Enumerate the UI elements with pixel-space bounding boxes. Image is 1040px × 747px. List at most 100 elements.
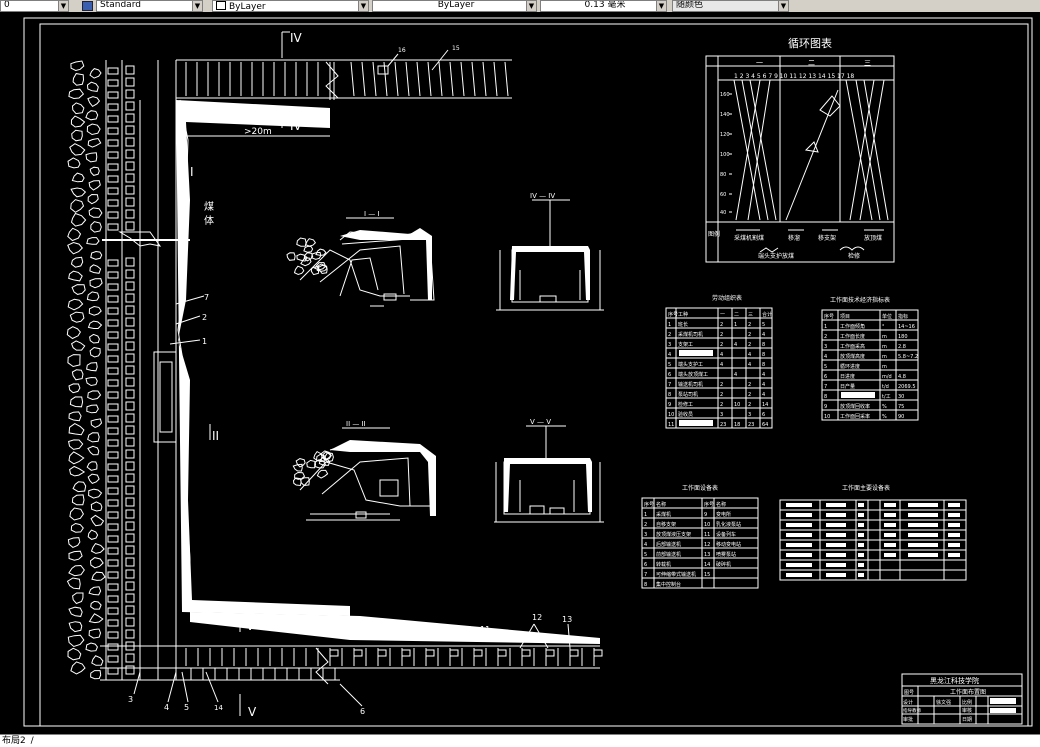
color-combo[interactable]: ByLayer ▼ [212,0,369,12]
device-cell-fill [884,503,896,507]
hatch-line [383,61,388,97]
status-bar: 布局2 / [0,734,1040,747]
equipment-box [569,649,579,657]
text-style-combo[interactable]: Standard ▼ [96,0,203,12]
equipment-box [353,649,363,657]
table-cell: 破碎机 [716,561,731,568]
date-label: 日期 [962,717,972,723]
table-cell: 1 [644,512,647,518]
table-cell: 9 [704,512,707,518]
school-name: 黑龙江科技学院 [930,676,979,685]
callout-7: 7 [204,293,209,302]
rock [71,369,84,381]
table-cell: 6 [644,562,647,568]
device-cell-fill [884,513,896,517]
chevron-down-icon[interactable]: ▼ [58,1,68,11]
table-cell: 3 [644,532,647,538]
hatch-line [438,61,443,97]
device-cell-fill [858,553,864,557]
callout-2: 2 [202,313,207,322]
device-cell-fill [884,533,896,537]
table-cell: 3 [668,342,671,348]
device-cell-fill [948,523,960,527]
support-square [125,269,135,279]
y-tick-label: 100 [720,152,730,158]
table-cell: 2 [748,402,751,408]
table-cell: 前部输送机 [656,551,681,558]
support-rect [107,463,119,471]
support-square [125,413,135,423]
table-cell: 自移支架 [656,521,676,528]
callout-3: 3 [128,695,133,704]
section-mark-V-top: V [246,619,255,633]
support-square [125,161,135,171]
phase-2: 二 [808,59,815,67]
rock [88,628,102,639]
hatch-line [471,61,476,97]
lineweight-combo[interactable]: 0.13 毫米 ▼ [540,0,667,12]
support-rect [107,547,119,555]
support-rect [107,259,119,267]
table-cell: ° [882,324,885,330]
device-cell-fill [948,503,960,507]
table-cell: 2 [668,332,671,338]
rock [87,445,100,456]
device-cell-fill [858,513,864,517]
layout-tab[interactable]: 布局2 [0,736,26,746]
drawing-canvas[interactable]: 16 15 IV IV >20m I 煤 体 II 7 2 1 V >20m V… [0,12,1040,734]
text-style-icon[interactable] [82,1,93,11]
plotstyle-combo[interactable]: 随颜色 ▼ [672,0,789,12]
table-cell: 4.8 [898,374,906,380]
support-square [125,89,135,99]
table-cell: t/工 [882,394,891,400]
section-IV-label: IV — IV [530,192,555,200]
rock [67,157,81,169]
table-cell: 放顶煤液压支架 [656,531,691,538]
chevron-down-icon[interactable]: ▼ [656,1,666,11]
cycle-chart-title: 循环图表 [788,36,832,50]
support-rect [107,403,119,411]
chevron-down-icon[interactable]: ▼ [192,1,202,11]
table-cell: 30 [898,394,904,400]
chevron-down-icon[interactable]: ▼ [358,1,368,11]
chevron-down-icon[interactable]: ▼ [778,1,788,11]
hatch-line [394,61,399,97]
layer-combo[interactable]: 0 ▼ [0,0,69,12]
table-cell: 6 [824,374,827,380]
table-cell: 2 [720,402,723,408]
support-rect [107,655,119,663]
chevron-down-icon[interactable]: ▼ [526,1,536,11]
table-cell: 11 [704,532,710,538]
table-cell: 2 [720,322,723,328]
table-cell: 14~16 [898,324,915,330]
table-header-cell: 合计 [762,311,772,318]
scale-label: 比例 [962,699,972,706]
callout-9: 9 [436,627,441,636]
device-cell-fill [908,513,938,517]
device-cell-fill [786,563,812,567]
rock [286,252,296,261]
rock [296,237,307,247]
table-cell: 工作面倾角 [840,323,865,330]
table-cell: 5 [824,364,827,370]
support-square [125,425,135,435]
support-rect [107,571,119,579]
labor-table: 序号 工种 一 二 三 合计 1 班长 2 1 2 5 2 采煤机司机 2 2 4 3 支架工 2 4 2 8 4 4 4 8 5 端头… [665,307,773,429]
support-rect [107,427,119,435]
rock [69,465,86,477]
rock [89,346,101,358]
linetype-combo[interactable]: ByLayer ▼ [372,0,537,12]
table-cell: 2 [644,522,647,528]
rock [71,494,85,506]
rock [85,152,98,163]
table-cell: 放顶煤高度 [840,353,865,360]
row-review: 审核 [962,707,972,714]
table-cell: 喷雾泵站 [716,551,736,558]
support-rect [107,151,119,159]
equip-table-title: 工作面设备表 [682,484,718,492]
rock [87,320,103,329]
table-cell: 4 [762,372,765,378]
support-rect [107,391,119,399]
equipment-box [521,649,531,657]
section-IV-frame [510,246,590,300]
